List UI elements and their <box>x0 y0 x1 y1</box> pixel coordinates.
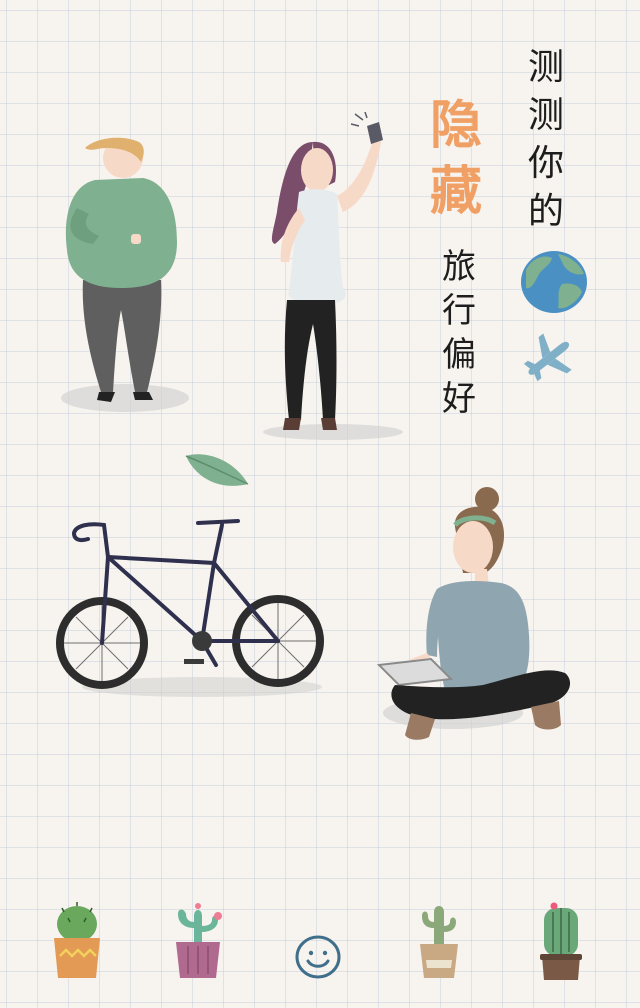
tall-cactus-icon <box>420 906 458 978</box>
smiley-icon[interactable] <box>294 934 342 980</box>
cactus-pot-icon <box>54 902 100 978</box>
title-char: 的 <box>528 191 565 232</box>
woman-tablet-illustration <box>376 487 571 740</box>
airplane-icon <box>523 333 572 382</box>
title-char: 测 <box>528 47 565 88</box>
title-char: 偏 <box>442 335 476 375</box>
leaf-icon <box>185 454 249 486</box>
woman-selfie-illustration <box>263 112 403 440</box>
title-accent: 隐 藏 <box>430 100 482 232</box>
bicycle-illustration <box>56 519 324 697</box>
globe-icon <box>521 251 587 313</box>
flower-cactus-icon <box>176 903 222 978</box>
title-char: 旅 <box>442 247 476 287</box>
title-char: 藏 <box>430 162 483 222</box>
barrel-cactus-icon <box>540 902 582 980</box>
title-char: 好 <box>442 379 476 419</box>
title-char: 隐 <box>430 96 483 156</box>
title-char: 行 <box>442 291 476 331</box>
title-line-2: 旅 行 偏 好 <box>442 250 476 426</box>
man-illustration <box>61 137 189 412</box>
page: 测 测 你 的 隐 藏 旅 行 偏 好 <box>0 0 640 1008</box>
title-char: 测 <box>528 95 565 136</box>
title-char: 你 <box>528 143 565 184</box>
title-line-1: 测 测 你 的 <box>528 50 564 242</box>
